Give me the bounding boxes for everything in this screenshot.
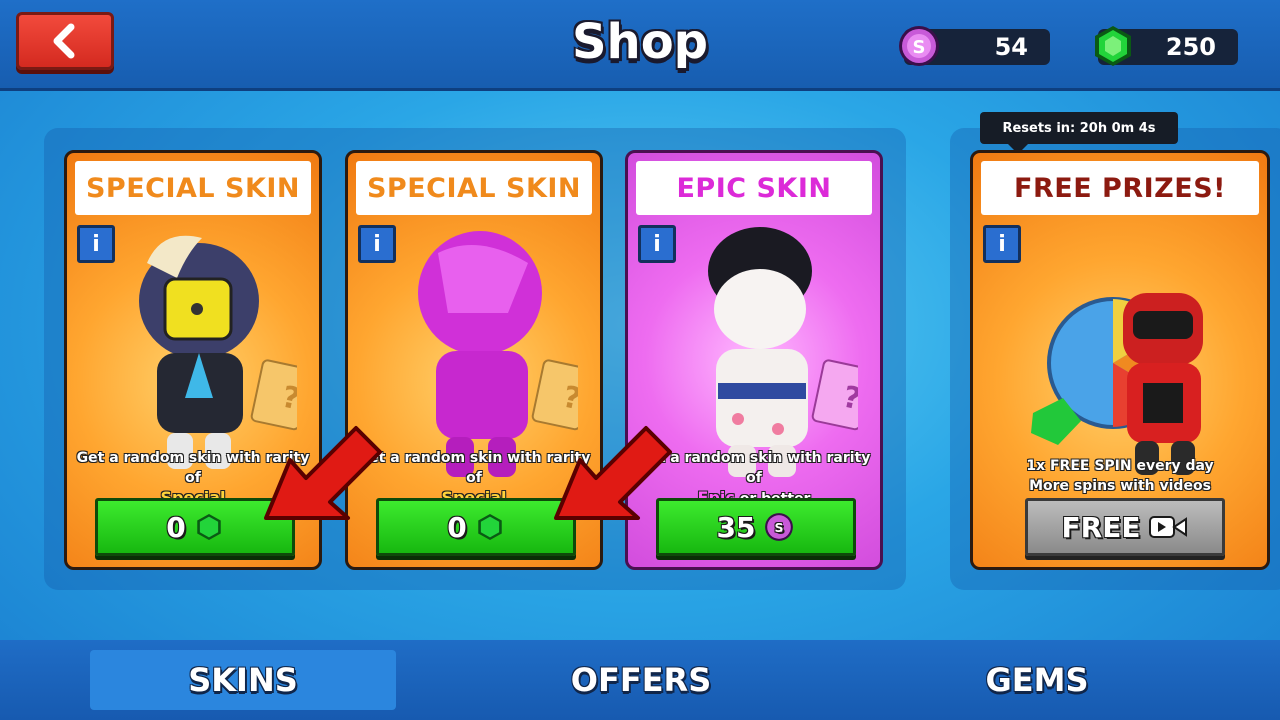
tab-offers[interactable]: OFFERS <box>488 650 794 710</box>
price-value: 0 <box>166 510 186 544</box>
tab-gems[interactable]: GEMS <box>884 650 1190 710</box>
reset-time: 20h 0m 4s <box>1079 120 1156 136</box>
prize-description: 1x FREE SPIN every day More spins with v… <box>973 456 1267 496</box>
top-bar: Shop S 54 250 <box>0 0 1280 91</box>
coin-counter: S 54 <box>899 26 1050 66</box>
buy-button[interactable]: 35 S <box>656 498 856 556</box>
tab-skins[interactable]: SKINS <box>90 650 396 710</box>
prize-line2: More spins with videos <box>1029 478 1211 494</box>
gem-count: 250 <box>1165 33 1216 61</box>
free-spin-button[interactable]: FREE <box>1025 498 1225 556</box>
bottom-tab-bar: SKINS OFFERS GEMS <box>0 640 1280 720</box>
reset-timer: Resets in: 20h 0m 4s <box>980 112 1178 154</box>
free-label: FREE <box>1061 510 1141 544</box>
prize-line1: 1x FREE SPIN every day <box>1026 458 1214 474</box>
price-value: 0 <box>447 510 467 544</box>
card-title: SPECIAL SKIN <box>75 161 311 215</box>
red-arrow-icon <box>554 426 672 520</box>
reset-label: Resets in: <box>1002 120 1076 136</box>
svg-text:S: S <box>913 37 926 58</box>
svg-text:S: S <box>775 520 784 535</box>
gem-icon <box>1095 26 1131 66</box>
red-arrow-icon <box>264 426 382 520</box>
coin-count: 54 <box>994 33 1028 61</box>
coin-icon: S <box>899 26 939 66</box>
coin-icon: S <box>765 513 794 541</box>
gem-icon <box>196 513 221 541</box>
card-title: FREE PRIZES! <box>981 161 1259 215</box>
card-title: SPECIAL SKIN <box>356 161 592 215</box>
page-title: Shop <box>571 14 709 70</box>
buy-button[interactable]: 0 <box>376 498 576 556</box>
price-value: 35 <box>716 510 756 544</box>
gem-icon <box>477 513 502 541</box>
gem-counter: 250 <box>1095 26 1238 66</box>
video-camera-icon <box>1149 516 1188 538</box>
free-prizes-card[interactable]: FREE PRIZES! i 1x FREE SPIN every day Mo… <box>970 150 1270 570</box>
card-title: EPIC SKIN <box>636 161 872 215</box>
